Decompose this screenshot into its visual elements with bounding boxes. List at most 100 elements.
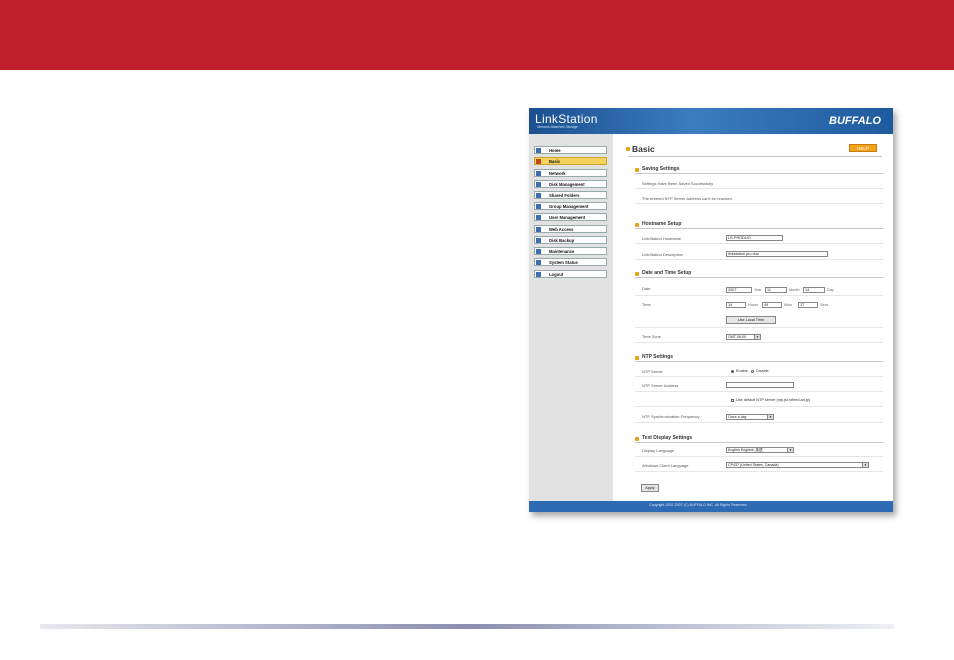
ntp-frequency-value: Once a day — [728, 415, 747, 419]
backup-icon — [536, 238, 541, 243]
buffalo-logo: BUFFALO — [829, 115, 881, 127]
hostname-input[interactable]: LS-PRODUO — [726, 235, 783, 241]
tagline: Network Attached Storage — [537, 125, 578, 129]
divider — [635, 422, 883, 423]
page-title: Basic — [632, 144, 655, 154]
day-input[interactable]: 14 — [803, 287, 825, 293]
sidebar-item-shared-folders[interactable]: Shared Folders — [534, 191, 607, 199]
status-icon — [536, 260, 541, 265]
client-language-select[interactable]: CP437 (United States, Canada) ▼ — [726, 462, 869, 468]
hostname-label: LinkStation Hostname — [642, 236, 682, 241]
secs-input[interactable]: 17 — [798, 302, 818, 308]
default-ntp-label: Use default NTP server (ntp.jst.mfeed.ad… — [736, 398, 811, 402]
timezone-label: Time Zone — [642, 334, 661, 339]
help-button[interactable]: HELP — [849, 144, 877, 152]
timezone-value: GMT-06:00 — [728, 335, 746, 339]
chevron-down-icon: ▼ — [787, 448, 793, 452]
sidebar-item-home[interactable]: Home — [534, 146, 607, 154]
day-unit: Day — [827, 288, 834, 292]
divider — [635, 361, 883, 362]
divider — [635, 277, 883, 278]
divider — [635, 295, 883, 296]
ntp-disable-label: Disable — [756, 369, 769, 373]
linkstation-logo: LinkStation — [535, 112, 598, 126]
sidebar-item-web-access[interactable]: Web Access — [534, 225, 607, 233]
timezone-select[interactable]: GMT-06:00 ▼ — [726, 334, 761, 340]
chevron-down-icon: ▼ — [754, 335, 760, 339]
divider — [635, 471, 883, 472]
ntp-server-label: NTP Server — [642, 369, 663, 374]
app-header: LinkStation Network Attached Storage BUF… — [529, 108, 893, 134]
divider — [635, 342, 883, 343]
divider — [635, 406, 883, 407]
app-footer: Copyright 2002-2007 (C) BUFFALO INC. All… — [529, 501, 893, 512]
sidebar-item-disk-management[interactable]: Disk Management — [534, 180, 607, 188]
ntp-section-title: NTP Settings — [642, 354, 674, 360]
sidebar-item-basic[interactable]: Basic — [534, 157, 607, 165]
description-input[interactable]: linkstation pro duo — [726, 251, 828, 257]
ntp-enable-radio[interactable] — [731, 370, 734, 373]
basic-icon — [536, 159, 541, 164]
display-language-value: English Englisch 英語 — [728, 448, 763, 452]
use-local-time-button[interactable]: Use Local Time — [726, 316, 776, 324]
divider — [635, 391, 883, 392]
datetime-section-title: Date and Time Setup — [642, 270, 692, 276]
section-arrow-icon — [635, 356, 639, 360]
year-input[interactable]: 2007 — [726, 287, 752, 293]
sidebar: Home Basic Network Disk Management Share… — [529, 134, 613, 501]
ntp-disable-radio[interactable] — [751, 370, 754, 373]
saving-section-title: Saving Settings — [642, 166, 680, 172]
sidebar-item-network[interactable]: Network — [534, 169, 607, 177]
hostname-section-title: Hostname Setup — [642, 221, 682, 227]
bottom-rule — [40, 624, 894, 629]
month-input[interactable]: 11 — [765, 287, 787, 293]
ntp-error-message: The entered NTP Server Address can't be … — [642, 196, 733, 201]
display-language-select[interactable]: English Englisch 英語 ▼ — [726, 447, 794, 453]
divider — [635, 442, 883, 443]
group-icon — [536, 204, 541, 209]
network-icon — [536, 171, 541, 176]
ntp-frequency-select[interactable]: Once a day ▼ — [726, 414, 774, 420]
divider — [635, 203, 883, 204]
section-arrow-icon — [635, 272, 639, 276]
sidebar-item-logout[interactable]: Logout — [534, 270, 607, 278]
ntp-address-input[interactable] — [726, 382, 794, 388]
divider — [635, 173, 883, 174]
divider — [635, 243, 883, 244]
linkstation-screenshot: LinkStation Network Attached Storage BUF… — [529, 108, 893, 512]
default-ntp-checkbox[interactable] — [731, 399, 734, 402]
ntp-address-label: NTP Server Address — [642, 383, 679, 388]
display-language-label: Display Language — [642, 448, 675, 453]
chevron-down-icon: ▼ — [862, 463, 868, 467]
divider — [635, 188, 883, 189]
secs-unit: Secs — [820, 303, 829, 307]
user-icon — [536, 215, 541, 220]
sidebar-item-group-management[interactable]: Group Management — [534, 202, 607, 210]
divider — [635, 259, 883, 260]
time-label: Time — [642, 302, 651, 307]
ntp-enable-label: Enable — [736, 369, 748, 373]
client-language-label: Windows Client Language — [642, 463, 689, 468]
title-arrow-icon — [626, 147, 630, 151]
mins-input[interactable]: 49 — [762, 302, 782, 308]
sidebar-item-user-management[interactable]: User Management — [534, 213, 607, 221]
hours-input[interactable]: 14 — [726, 302, 746, 308]
ntp-frequency-label: NTP Synchronization Frequency — [642, 414, 700, 419]
divider — [628, 156, 882, 157]
folder-icon — [536, 193, 541, 198]
main-content: Basic HELP Saving Settings Settings Have… — [613, 134, 893, 501]
date-label: Date — [642, 286, 651, 291]
saved-message: Settings Have Been Saved Successfully — [642, 181, 714, 186]
sidebar-item-disk-backup[interactable]: Disk Backup — [534, 236, 607, 244]
divider — [635, 376, 883, 377]
year-unit: Year — [754, 288, 762, 292]
sidebar-item-maintenance[interactable]: Maintenance — [534, 247, 607, 255]
home-icon — [536, 148, 541, 153]
divider — [635, 228, 883, 229]
wrench-icon — [536, 249, 541, 254]
title-banner — [0, 0, 954, 70]
apply-button[interactable]: Apply — [641, 484, 659, 492]
mins-unit: Mins — [784, 303, 793, 307]
sidebar-item-system-status[interactable]: System Status — [534, 258, 607, 266]
web-icon — [536, 227, 541, 232]
